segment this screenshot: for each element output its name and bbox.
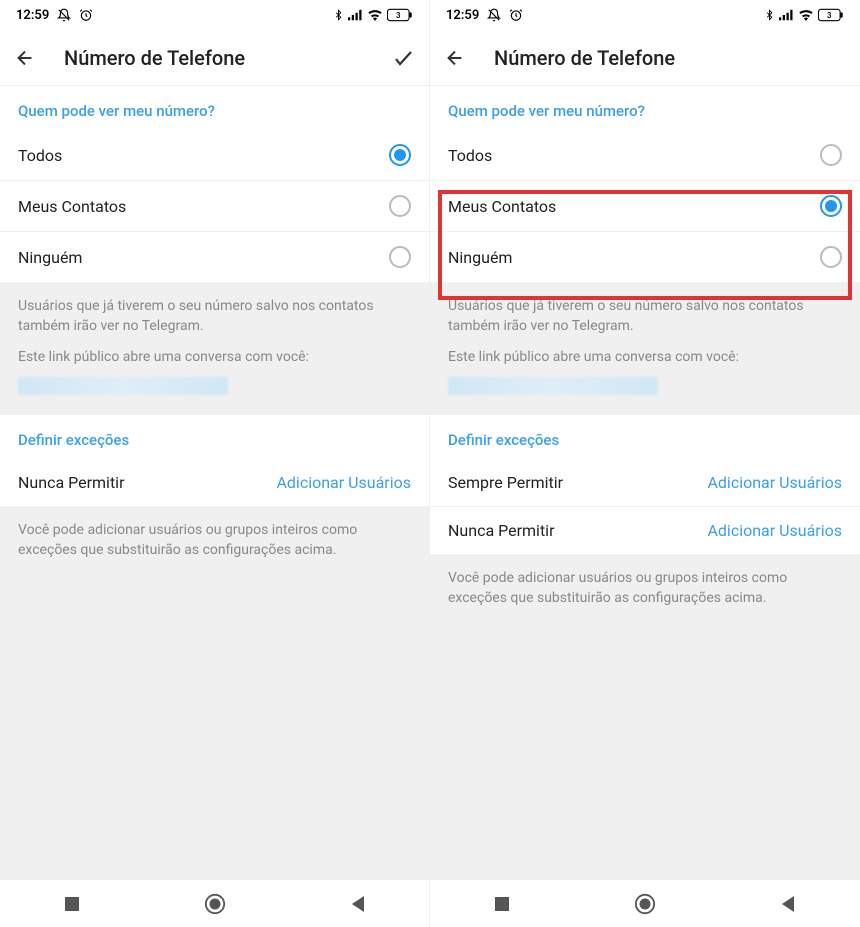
radio-icon bbox=[389, 246, 411, 268]
option-everyone[interactable]: Todos bbox=[430, 130, 860, 181]
exceptions-header: Definir exceções bbox=[430, 415, 860, 459]
radio-selected-icon bbox=[389, 144, 411, 166]
help-text-block: Usuários que já tiverem o seu número sal… bbox=[430, 282, 860, 415]
never-allow-row[interactable]: Nunca Permitir Adicionar Usuários bbox=[430, 507, 860, 554]
signal-icon bbox=[779, 9, 794, 21]
option-label: Todos bbox=[448, 146, 492, 165]
phone-screenshot-left: 12:59 3 Número de Te bbox=[0, 0, 430, 927]
status-time: 12:59 bbox=[16, 8, 49, 23]
nav-back[interactable] bbox=[768, 884, 808, 924]
option-nobody[interactable]: Ninguém bbox=[0, 232, 429, 282]
option-label: Ninguém bbox=[448, 248, 512, 267]
nav-back[interactable] bbox=[338, 884, 378, 924]
phone-screenshot-right: 12:59 3 Número de Te bbox=[430, 0, 860, 927]
signal-icon bbox=[348, 9, 363, 21]
add-users-link[interactable]: Adicionar Usuários bbox=[276, 473, 411, 492]
nav-recents[interactable] bbox=[52, 884, 92, 924]
wifi-icon bbox=[367, 9, 383, 21]
status-time: 12:59 bbox=[446, 8, 479, 23]
nav-home[interactable] bbox=[195, 884, 235, 924]
status-bar: 12:59 3 bbox=[0, 0, 429, 30]
system-nav-bar bbox=[0, 879, 429, 927]
option-contacts[interactable]: Meus Contatos bbox=[430, 181, 860, 232]
help-line-1: Usuários que já tiverem o seu número sal… bbox=[18, 296, 411, 337]
always-allow-row[interactable]: Sempre Permitir Adicionar Usuários bbox=[430, 459, 860, 507]
exceptions-help-text: Você pode adicionar usuários ou grupos i… bbox=[430, 554, 860, 623]
exceptions-header: Definir exceções bbox=[0, 415, 429, 459]
blurred-link bbox=[18, 377, 228, 395]
svg-text:3: 3 bbox=[827, 11, 832, 20]
never-allow-label: Nunca Permitir bbox=[448, 521, 554, 540]
app-header: Número de Telefone bbox=[430, 30, 860, 86]
never-allow-label: Nunca Permitir bbox=[18, 473, 124, 492]
always-allow-label: Sempre Permitir bbox=[448, 473, 563, 492]
option-label: Meus Contatos bbox=[448, 197, 556, 216]
battery-icon: 3 bbox=[387, 8, 413, 22]
back-button[interactable] bbox=[444, 47, 480, 69]
radio-icon bbox=[820, 246, 842, 268]
who-can-see-header: Quem pode ver meu número? bbox=[430, 86, 860, 130]
option-label: Ninguém bbox=[18, 248, 82, 267]
app-header: Número de Telefone bbox=[0, 30, 429, 86]
option-label: Todos bbox=[18, 146, 62, 165]
battery-icon: 3 bbox=[818, 8, 844, 22]
notification-off-icon bbox=[487, 8, 501, 22]
help-text-block: Usuários que já tiverem o seu número sal… bbox=[0, 282, 429, 415]
add-users-link[interactable]: Adicionar Usuários bbox=[707, 473, 842, 492]
status-bar: 12:59 3 bbox=[430, 0, 860, 30]
bluetooth-icon bbox=[333, 8, 344, 22]
back-button[interactable] bbox=[14, 47, 50, 69]
radio-icon bbox=[820, 144, 842, 166]
radio-icon bbox=[389, 195, 411, 217]
content-area: Quem pode ver meu número? Todos Meus Con… bbox=[430, 86, 860, 879]
notification-off-icon bbox=[57, 8, 71, 22]
confirm-button[interactable] bbox=[379, 46, 415, 70]
blurred-link bbox=[448, 377, 658, 395]
exceptions-help-text: Você pode adicionar usuários ou grupos i… bbox=[0, 506, 429, 575]
help-line-1: Usuários que já tiverem o seu número sal… bbox=[448, 296, 842, 337]
svg-text:3: 3 bbox=[396, 11, 401, 20]
radio-selected-icon bbox=[820, 195, 842, 217]
alarm-icon bbox=[79, 8, 93, 22]
wifi-icon bbox=[798, 9, 814, 21]
nav-recents[interactable] bbox=[482, 884, 522, 924]
alarm-icon bbox=[509, 8, 523, 22]
never-allow-row[interactable]: Nunca Permitir Adicionar Usuários bbox=[0, 459, 429, 506]
content-area: Quem pode ver meu número? Todos Meus Con… bbox=[0, 86, 429, 879]
help-line-2: Este link público abre uma conversa com … bbox=[18, 347, 411, 367]
option-nobody[interactable]: Ninguém bbox=[430, 232, 860, 282]
system-nav-bar bbox=[430, 879, 860, 927]
page-title: Número de Telefone bbox=[50, 46, 379, 70]
add-users-link[interactable]: Adicionar Usuários bbox=[707, 521, 842, 540]
option-label: Meus Contatos bbox=[18, 197, 126, 216]
option-everyone[interactable]: Todos bbox=[0, 130, 429, 181]
bluetooth-icon bbox=[764, 8, 775, 22]
help-line-2: Este link público abre uma conversa com … bbox=[448, 347, 842, 367]
nav-home[interactable] bbox=[625, 884, 665, 924]
who-can-see-header: Quem pode ver meu número? bbox=[0, 86, 429, 130]
page-title: Número de Telefone bbox=[480, 46, 846, 70]
option-contacts[interactable]: Meus Contatos bbox=[0, 181, 429, 232]
